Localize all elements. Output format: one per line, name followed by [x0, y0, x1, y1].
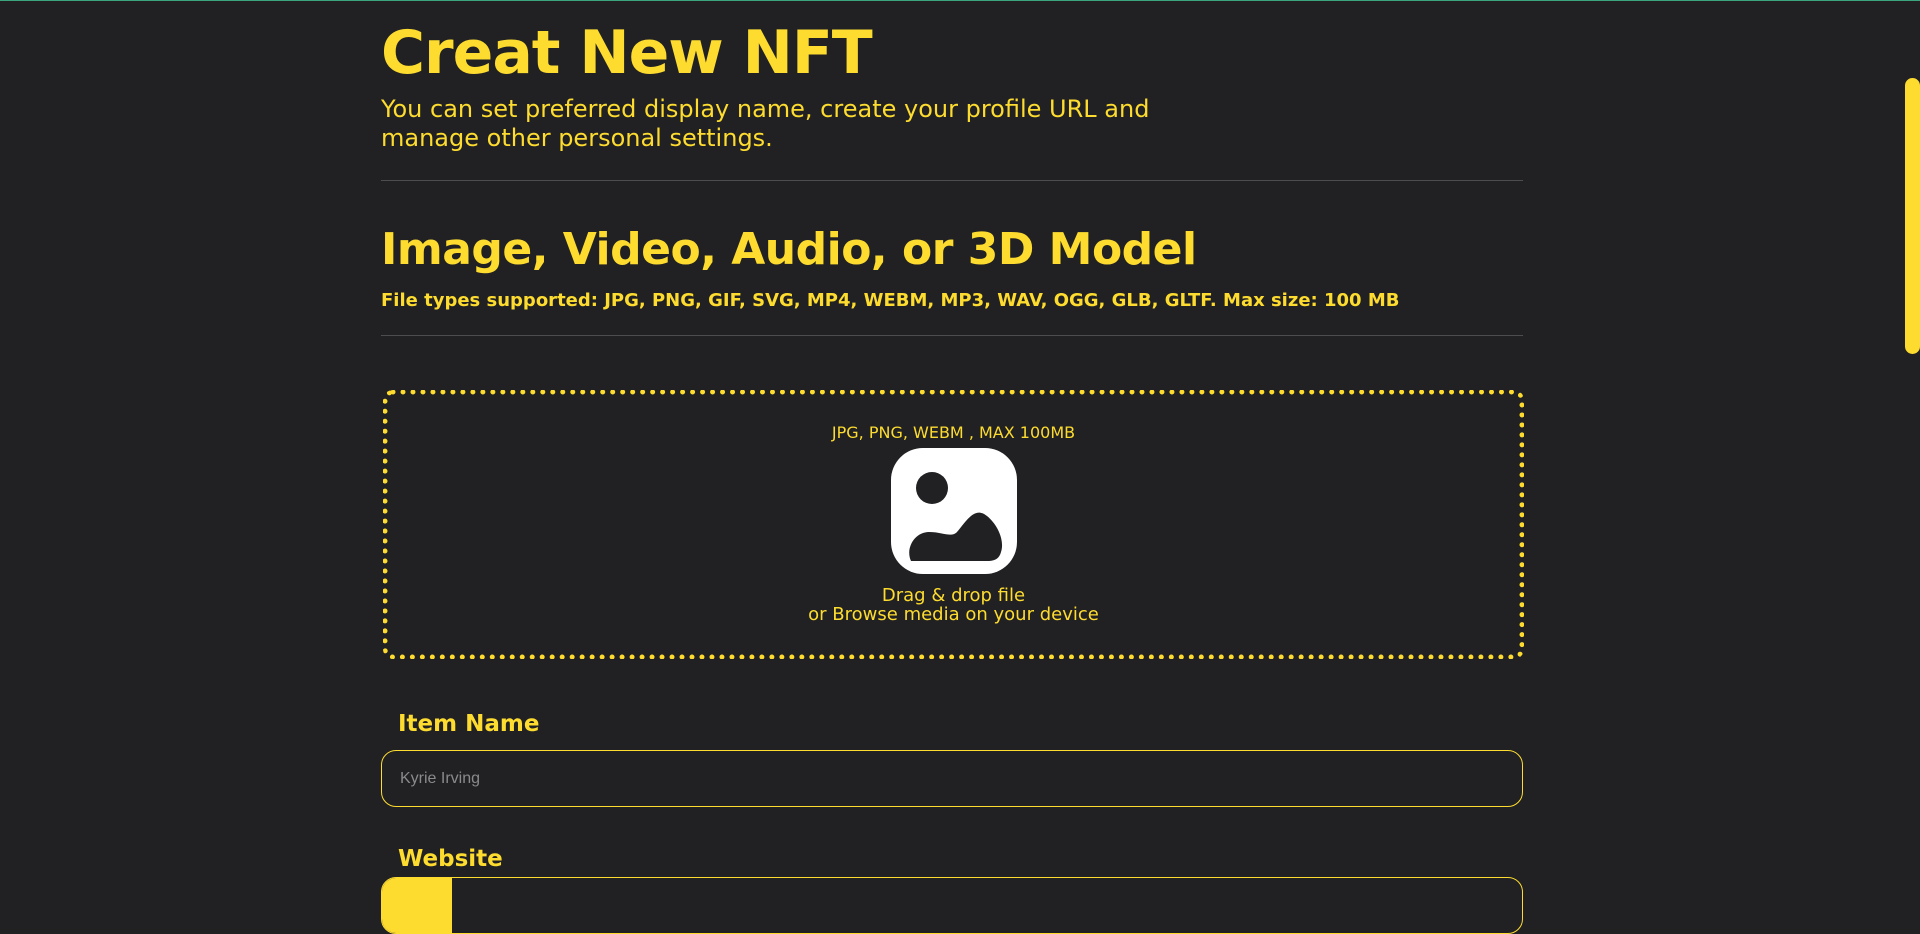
dropzone-instructions: Drag & drop file or Browse media on your…	[388, 586, 1519, 624]
item-name-input[interactable]	[381, 750, 1523, 807]
page-title: Creat New NFT	[381, 18, 873, 88]
dropzone-drag-text: Drag & drop file	[881, 585, 1026, 606]
section-divider	[381, 335, 1523, 336]
dropzone-hint: JPG, PNG, WEBM , MAX 100MB	[831, 423, 1076, 442]
item-name-label: Item Name	[398, 711, 540, 737]
website-input[interactable]	[381, 877, 1523, 934]
file-dropzone[interactable]: JPG, PNG, WEBM , MAX 100MB Drag & drop f…	[383, 390, 1524, 659]
dropzone-browse-link[interactable]: or Browse media on your device	[388, 605, 1519, 624]
image-icon	[891, 448, 1017, 574]
header-divider	[381, 180, 1523, 181]
website-prefix	[382, 878, 452, 933]
scrollbar-thumb[interactable]	[1905, 78, 1920, 354]
upload-section-description: File types supported: JPG, PNG, GIF, SVG…	[381, 290, 1400, 311]
page-subtitle: You can set preferred display name, crea…	[381, 95, 1150, 152]
scrollbar[interactable]	[1900, 0, 1920, 892]
website-label: Website	[398, 846, 503, 872]
top-accent-line	[0, 0, 1920, 1]
upload-section-title: Image, Video, Audio, or 3D Model	[381, 224, 1197, 275]
